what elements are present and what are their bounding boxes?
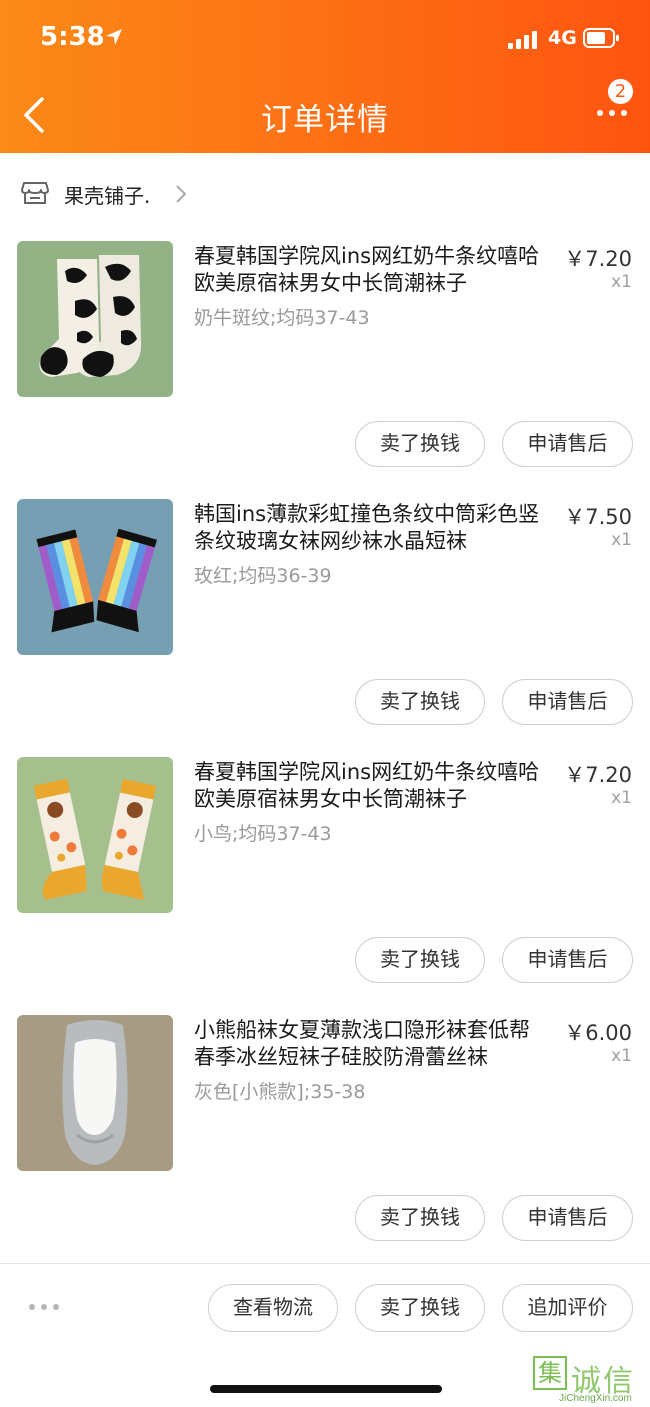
product-image-bird-socks[interactable] bbox=[17, 757, 173, 913]
item-price: ￥6.00 bbox=[564, 1021, 632, 1045]
sell-button[interactable]: 卖了换钱 bbox=[355, 679, 485, 725]
view-logistics-button[interactable]: 查看物流 bbox=[208, 1284, 338, 1332]
status-time: 5:38 bbox=[40, 22, 105, 52]
more-dots-icon[interactable] bbox=[592, 103, 632, 123]
after-sales-button[interactable]: 申请售后 bbox=[502, 679, 633, 725]
location-arrow-icon bbox=[106, 29, 122, 45]
item-title[interactable]: 小熊船袜女夏薄款浅口隐形袜套低帮春季冰丝短袜子硅胶防滑蕾丝袜 bbox=[194, 1017, 549, 1071]
after-sales-button[interactable]: 申请售后 bbox=[502, 421, 633, 467]
after-sales-button[interactable]: 申请售后 bbox=[502, 1195, 633, 1241]
order-item[interactable]: 小熊船袜女夏薄款浅口隐形袜套低帮春季冰丝短袜子硅胶防滑蕾丝袜 灰色[小熊款];3… bbox=[0, 1015, 650, 1273]
item-title[interactable]: 春夏韩国学院风ins网红奶牛条纹嘻哈欧美原宿袜男女中长筒潮袜子 bbox=[194, 759, 549, 813]
item-quantity: x1 bbox=[611, 788, 632, 808]
home-indicator[interactable] bbox=[210, 1385, 442, 1393]
app-header: 5:38 4G 订单详情 2 bbox=[0, 0, 650, 153]
order-item[interactable]: 韩国ins薄款彩虹撞色条纹中筒彩色竖条纹玻璃女袜网纱袜水晶短袜 玫红;均码36-… bbox=[0, 499, 650, 757]
watermark-logo: 集 bbox=[533, 1356, 567, 1390]
item-quantity: x1 bbox=[611, 272, 632, 292]
item-spec: 玫红;均码36-39 bbox=[194, 565, 332, 587]
item-price: ￥7.50 bbox=[564, 505, 632, 529]
watermark: 集 诚信 JiChengXin.com bbox=[533, 1356, 650, 1407]
sell-button[interactable]: 卖了换钱 bbox=[355, 1195, 485, 1241]
item-quantity: x1 bbox=[611, 530, 632, 550]
notification-badge: 2 bbox=[606, 77, 635, 106]
more-options-icon[interactable] bbox=[28, 1301, 60, 1313]
page-title: 订单详情 bbox=[261, 102, 389, 138]
product-image-rainbow-socks[interactable] bbox=[17, 499, 173, 655]
item-spec: 灰色[小熊款];35-38 bbox=[194, 1081, 366, 1103]
store-icon bbox=[21, 182, 49, 204]
item-price: ￥7.20 bbox=[564, 247, 632, 271]
item-price: ￥7.20 bbox=[564, 763, 632, 787]
product-image-boat-socks[interactable] bbox=[17, 1015, 173, 1171]
product-image-cow-socks[interactable] bbox=[17, 241, 173, 397]
signal-icon bbox=[508, 31, 537, 49]
chevron-right-icon bbox=[176, 185, 187, 203]
watermark-url: JiChengXin.com bbox=[559, 1393, 632, 1404]
sell-button[interactable]: 卖了换钱 bbox=[355, 421, 485, 467]
item-title[interactable]: 春夏韩国学院风ins网红奶牛条纹嘻哈欧美原宿袜男女中长筒潮袜子 bbox=[194, 243, 549, 297]
order-item[interactable]: 春夏韩国学院风ins网红奶牛条纹嘻哈欧美原宿袜男女中长筒潮袜子 奶牛斑纹;均码3… bbox=[0, 241, 650, 499]
battery-icon bbox=[583, 28, 619, 48]
network-type: 4G bbox=[548, 27, 577, 49]
item-spec: 奶牛斑纹;均码37-43 bbox=[194, 307, 370, 329]
order-item[interactable]: 春夏韩国学院风ins网红奶牛条纹嘻哈欧美原宿袜男女中长筒潮袜子 小鸟;均码37-… bbox=[0, 757, 650, 1015]
shop-row[interactable]: 果壳铺子. bbox=[0, 170, 650, 216]
bottom-sell-button[interactable]: 卖了换钱 bbox=[355, 1284, 485, 1332]
shop-name[interactable]: 果壳铺子. bbox=[64, 180, 150, 209]
add-review-button[interactable]: 追加评价 bbox=[502, 1284, 633, 1332]
item-title[interactable]: 韩国ins薄款彩虹撞色条纹中筒彩色竖条纹玻璃女袜网纱袜水晶短袜 bbox=[194, 501, 549, 555]
after-sales-button[interactable]: 申请售后 bbox=[502, 937, 633, 983]
bottom-divider bbox=[0, 1263, 650, 1264]
sell-button[interactable]: 卖了换钱 bbox=[355, 937, 485, 983]
item-quantity: x1 bbox=[611, 1046, 632, 1066]
item-spec: 小鸟;均码37-43 bbox=[194, 823, 332, 845]
